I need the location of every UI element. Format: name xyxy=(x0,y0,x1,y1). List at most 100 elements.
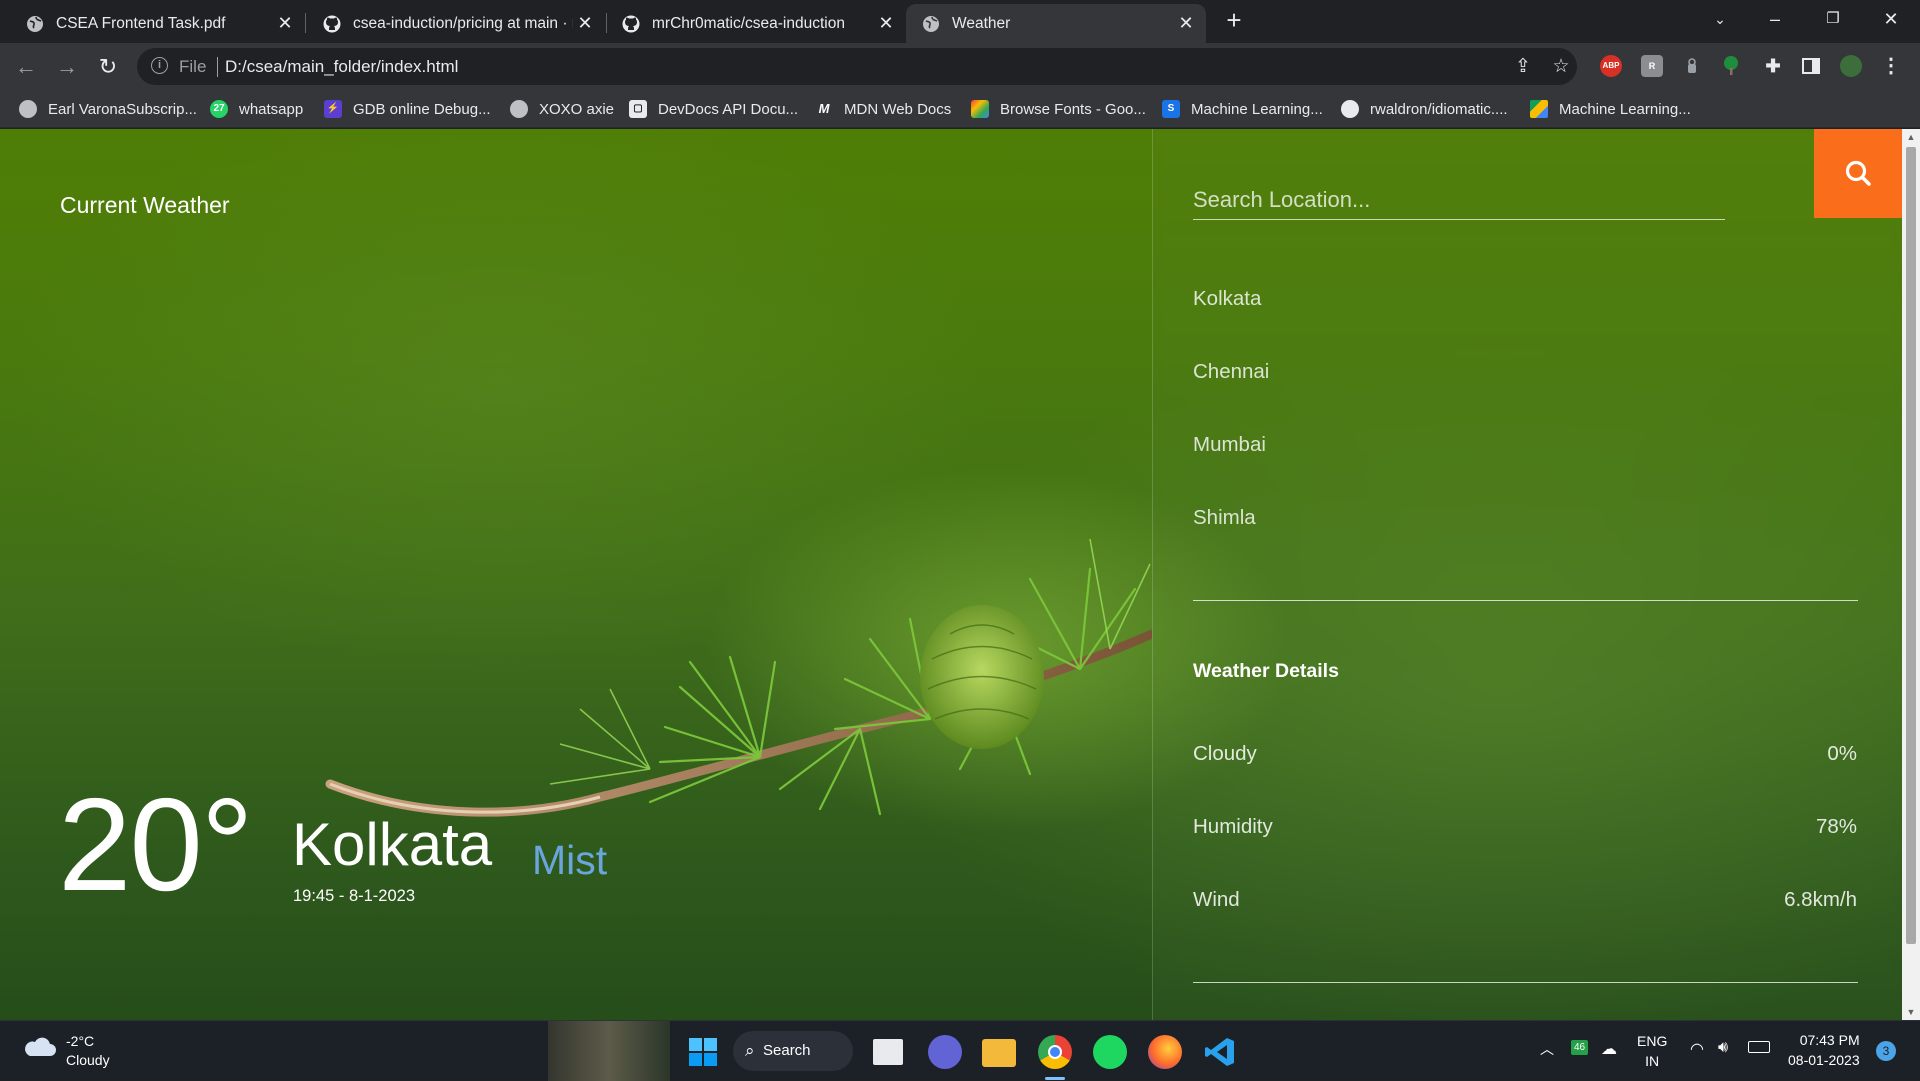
search-button[interactable] xyxy=(1814,129,1902,218)
search-location-input[interactable] xyxy=(1193,180,1725,220)
tray-badge[interactable]: 46 xyxy=(1571,1040,1589,1055)
tab-weather[interactable]: Weather ✕ xyxy=(906,4,1206,43)
side-panel-icon[interactable] xyxy=(1800,55,1822,77)
scrollbar-thumb[interactable] xyxy=(1906,147,1916,944)
clock[interactable]: 07:43 PM 08-01-2023 xyxy=(1788,1030,1860,1070)
bookmark-item[interactable]: Browse Fonts - Goo... xyxy=(971,97,1146,121)
detail-label-humidity: Humidity xyxy=(1193,815,1273,838)
tree-icon[interactable] xyxy=(1720,55,1742,77)
bookmark-item[interactable]: M MDN Web Docs xyxy=(815,97,952,121)
clock-time: 07:43 PM xyxy=(1799,1032,1860,1048)
search-icon: ⌕ xyxy=(745,1041,755,1060)
bookmark-item[interactable]: ⚡ GDB online Debug... xyxy=(324,97,491,121)
close-icon[interactable]: ✕ xyxy=(575,13,595,33)
battery-icon[interactable] xyxy=(1748,1041,1770,1053)
location-item-chennai[interactable]: Chennai xyxy=(1193,360,1269,384)
bookmark-item[interactable]: 27 whatsapp xyxy=(210,97,303,121)
chevron-up-icon[interactable]: ︿ xyxy=(1540,1039,1554,1059)
reload-button[interactable]: ↻ xyxy=(92,51,124,83)
address-bar[interactable]: i File D:/csea/main_folder/index.html ⇪ … xyxy=(137,48,1577,85)
menu-icon[interactable]: ⋮ xyxy=(1880,55,1902,77)
scroll-down-arrow[interactable]: ▼ xyxy=(1902,1004,1920,1020)
back-button[interactable]: ← xyxy=(10,51,42,83)
search-icon xyxy=(1845,160,1871,186)
start-button[interactable] xyxy=(686,1035,720,1069)
close-window-button[interactable]: ✕ xyxy=(1866,0,1916,40)
github-icon xyxy=(1341,100,1359,118)
location-item-mumbai[interactable]: Mumbai xyxy=(1193,433,1266,457)
tab-search-button[interactable]: ⌄ xyxy=(1695,0,1745,40)
vscode-icon[interactable] xyxy=(1203,1035,1237,1069)
tab-title: CSEA Frontend Task.pdf xyxy=(56,14,226,32)
bookmark-label: MDN Web Docs xyxy=(844,100,952,118)
file-explorer-icon[interactable] xyxy=(982,1039,1016,1067)
minimize-button[interactable]: – xyxy=(1750,0,1800,40)
taskbar: -2°C Cloudy ⌕ Search ︿ 46 ☁ ENG IN ◠ 🔊︎ … xyxy=(0,1020,1920,1081)
bookmark-item[interactable]: Machine Learning... xyxy=(1530,97,1691,121)
github-icon xyxy=(323,15,341,32)
tab-pdf[interactable]: CSEA Frontend Task.pdf ✕ xyxy=(0,4,305,43)
date-time: 19:45 - 8-1-2023 xyxy=(293,887,416,905)
bookmark-item[interactable]: Earl VaronaSubscrip... xyxy=(19,97,197,121)
new-tab-button[interactable]: + xyxy=(1220,6,1248,34)
close-icon[interactable]: ✕ xyxy=(275,13,295,33)
location-item-kolkata[interactable]: Kolkata xyxy=(1193,287,1261,311)
tab-title: csea-induction/pricing at main · r xyxy=(353,14,573,32)
scroll-up-arrow[interactable]: ▲ xyxy=(1902,129,1920,145)
adblock-icon[interactable]: ABP xyxy=(1600,55,1622,77)
url-text[interactable]: D:/csea/main_folder/index.html xyxy=(225,57,458,77)
taskbar-search-label: Search xyxy=(763,1042,811,1059)
divider xyxy=(1193,982,1858,983)
restore-button[interactable]: ❐ xyxy=(1808,0,1858,40)
devdocs-icon: ▢ xyxy=(629,100,647,118)
weather-page: Current Weather 20° Kolkata 19:45 - 8-1-… xyxy=(0,129,1902,1020)
bookmark-label: Machine Learning... xyxy=(1191,100,1323,118)
cloud-icon[interactable] xyxy=(22,1035,56,1059)
tab-strip: CSEA Frontend Task.pdf ✕ csea-induction/… xyxy=(0,0,1920,43)
share-icon[interactable]: ⇪ xyxy=(1511,55,1535,79)
bookmark-item[interactable]: ▢ DevDocs API Docu... xyxy=(629,97,798,121)
lock-extension-icon[interactable] xyxy=(1681,55,1703,77)
language-bottom: IN xyxy=(1645,1053,1660,1069)
page-scrollbar[interactable]: ▲ ▼ xyxy=(1902,129,1920,1020)
bookmark-label: Earl VaronaSubscrip... xyxy=(48,100,197,118)
divider xyxy=(1193,600,1858,601)
github-icon xyxy=(622,15,640,32)
language-indicator[interactable]: ENG IN xyxy=(1637,1031,1667,1071)
lightning-icon: ⚡ xyxy=(324,100,342,118)
tab-github-repo[interactable]: mrChr0matic/csea-induction ✕ xyxy=(606,4,906,43)
volume-icon[interactable]: 🔊︎ xyxy=(1718,1039,1728,1057)
forward-button[interactable]: → xyxy=(51,51,83,83)
close-icon[interactable]: ✕ xyxy=(1176,13,1196,33)
puzzle-icon[interactable]: ✚ xyxy=(1762,55,1784,77)
google-fonts-icon xyxy=(971,100,989,118)
s-icon: S xyxy=(1162,100,1180,118)
wifi-icon[interactable]: ◠ xyxy=(1690,1039,1704,1059)
location-item-shimla[interactable]: Shimla xyxy=(1193,506,1256,530)
bookmark-item[interactable]: S Machine Learning... xyxy=(1162,97,1323,121)
browser-toolbar: ← → ↻ i File D:/csea/main_folder/index.h… xyxy=(0,43,1920,90)
weather-widget[interactable]: -2°C Cloudy xyxy=(66,1032,110,1070)
onedrive-icon[interactable]: ☁ xyxy=(1601,1039,1617,1059)
bookmark-item[interactable]: XOXO axie xyxy=(510,97,614,121)
spotify-icon[interactable] xyxy=(1093,1035,1127,1069)
widget-decoration xyxy=(548,1021,670,1081)
teams-icon[interactable] xyxy=(928,1035,962,1069)
chrome-icon[interactable] xyxy=(1038,1035,1072,1069)
star-icon[interactable]: ☆ xyxy=(1549,55,1573,79)
tab-title: mrChr0matic/csea-induction xyxy=(652,14,845,32)
avatar[interactable] xyxy=(1840,55,1862,77)
detail-label-cloudy: Cloudy xyxy=(1193,742,1257,765)
r-extension-icon[interactable]: R xyxy=(1641,55,1663,77)
taskbar-search[interactable]: ⌕ Search xyxy=(733,1031,853,1071)
bookmarks-bar: Earl VaronaSubscrip... 27 whatsapp ⚡ GDB o… xyxy=(0,90,1920,128)
info-icon[interactable]: i xyxy=(151,57,168,74)
tab-github-pricing[interactable]: csea-induction/pricing at main · r ✕ xyxy=(305,4,605,43)
task-view-icon[interactable] xyxy=(873,1039,903,1065)
close-icon[interactable]: ✕ xyxy=(876,13,896,33)
notification-badge[interactable]: 3 xyxy=(1876,1041,1896,1061)
bookmark-item[interactable]: rwaldron/idiomatic.... xyxy=(1341,97,1508,121)
firefox-icon[interactable] xyxy=(1148,1035,1182,1069)
weather-condition: Mist xyxy=(532,837,608,883)
weather-widget-temp: -2°C xyxy=(66,1033,95,1049)
